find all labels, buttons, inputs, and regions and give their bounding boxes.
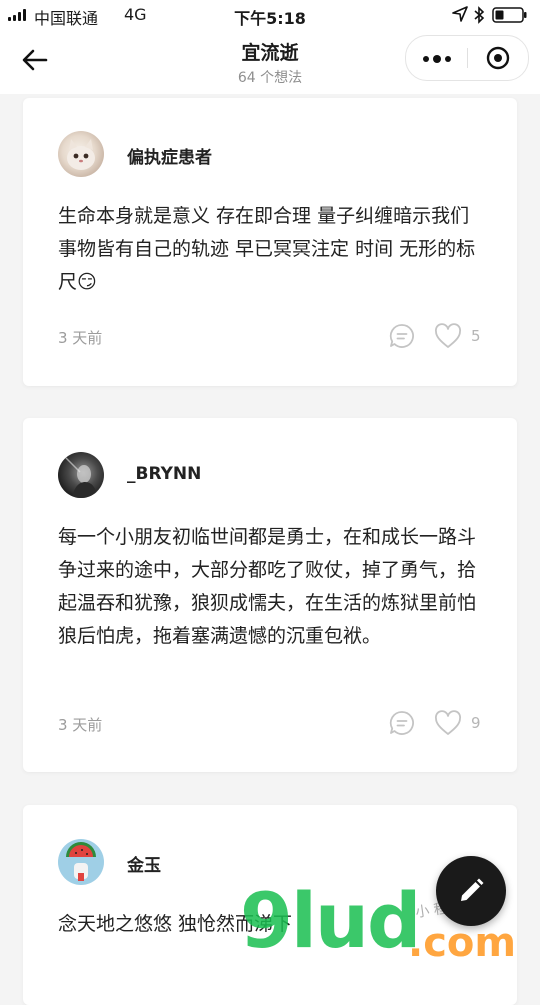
status-bar: 中国联通 4G 下午5:18 bbox=[0, 0, 540, 30]
like-heart-icon[interactable] bbox=[434, 323, 462, 349]
comment-icon[interactable] bbox=[389, 710, 415, 736]
location-arrow-icon bbox=[452, 6, 468, 22]
more-options-button[interactable] bbox=[406, 36, 466, 80]
post-time: 3 天前 bbox=[58, 716, 103, 734]
target-close-icon bbox=[486, 46, 510, 70]
post-card: 偏执症患者 生命本身就是意义 存在即合理 量子纠缠暗示我们 事物皆有自己的轨迹 … bbox=[23, 98, 517, 386]
portrait-avatar-icon bbox=[65, 457, 98, 498]
avatar-jinyu[interactable] bbox=[58, 839, 104, 885]
pencil-icon bbox=[461, 878, 484, 901]
miniprogram-capsule bbox=[405, 35, 529, 81]
post-card: _BRYNN 每一个小朋友初临世间都是勇士，在和成长一路斗争过来的途中，大部分都… bbox=[23, 418, 517, 772]
like-count: 9 bbox=[471, 714, 481, 732]
watermark-logo: 9lud bbox=[240, 876, 421, 965]
avatar-brynn[interactable] bbox=[58, 452, 104, 498]
more-dots-icon bbox=[423, 56, 429, 62]
like-count: 5 bbox=[471, 327, 481, 345]
comment-icon[interactable] bbox=[389, 323, 415, 349]
compose-button[interactable] bbox=[436, 856, 506, 926]
post-author[interactable]: _BRYNN bbox=[127, 464, 201, 484]
battery-icon bbox=[492, 7, 527, 23]
navigation-bar: 宜流逝 64 个想法 bbox=[0, 30, 540, 94]
bluetooth-icon bbox=[474, 6, 485, 24]
like-heart-icon[interactable] bbox=[434, 710, 462, 736]
close-miniprogram-button[interactable] bbox=[468, 36, 528, 80]
post-content: 生命本身就是意义 存在即合理 量子纠缠暗示我们 事物皆有自己的轨迹 早已冥冥注定… bbox=[58, 205, 476, 293]
post-content: 每一个小朋友初临世间都是勇士，在和成长一路斗争过来的途中，大部分都吃了败仗，掉了… bbox=[58, 526, 477, 647]
avatar-cat[interactable] bbox=[58, 131, 104, 177]
post-time: 3 天前 bbox=[58, 329, 103, 347]
watermelon-avatar-icon bbox=[66, 842, 96, 881]
cat-avatar-icon bbox=[67, 139, 95, 170]
post-author[interactable]: 偏执症患者 bbox=[127, 143, 212, 168]
watermark-domain: .com bbox=[408, 920, 517, 966]
post-author[interactable]: 金玉 bbox=[127, 851, 161, 876]
